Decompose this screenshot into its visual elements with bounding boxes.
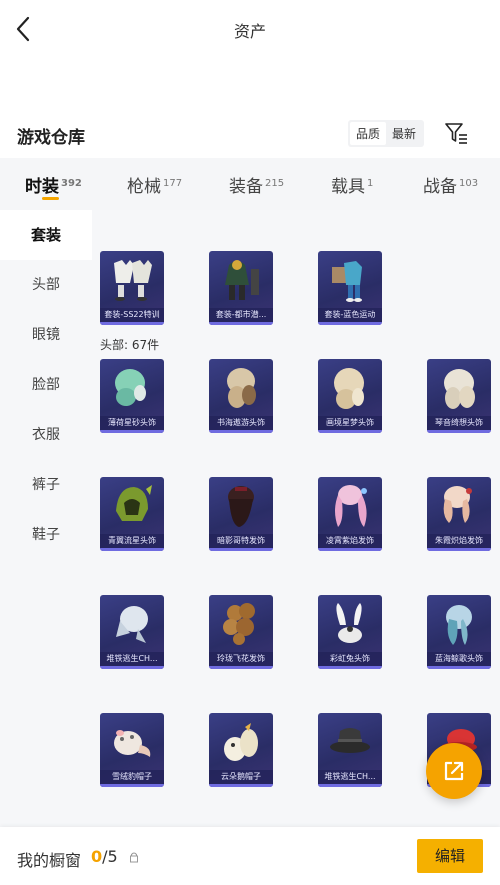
share-button[interactable] — [426, 743, 482, 799]
tab-label: 载具 — [331, 177, 365, 197]
beige-hair-icon — [227, 368, 256, 408]
sidebar-item-clothes[interactable]: 衣服 — [0, 410, 92, 460]
snow-leopard-hat-icon — [114, 730, 151, 757]
sidebar-item-head[interactable]: 头部 — [0, 260, 92, 310]
white-outfit-icon — [114, 260, 152, 301]
item-name: 朱霞炽焰发饰 — [427, 534, 491, 548]
light-hair-icon — [444, 369, 475, 409]
item-name: 书海遨游头饰 — [209, 416, 273, 430]
tab-count: 1 — [367, 178, 374, 189]
pink-twintail-icon — [335, 485, 367, 527]
section-title: 游戏仓库 — [17, 128, 85, 148]
tab-count: 215 — [265, 178, 285, 189]
sidebar-item-glasses[interactable]: 眼镜 — [0, 310, 92, 360]
hoodie-outfit-icon — [225, 260, 259, 300]
brown-curly-hair-icon — [223, 603, 255, 645]
item-card[interactable]: 彩虹兔头饰 — [318, 595, 382, 669]
head-count-label: 头部: 67件 — [100, 338, 160, 352]
item-card[interactable]: 朱霞炽焰发饰 — [427, 477, 491, 551]
teal-hair-icon — [446, 605, 472, 645]
tab-gear[interactable]: 战备 103 — [423, 172, 478, 197]
tab-label: 战备 — [423, 177, 457, 197]
item-name: 凌霄紫焰发饰 — [318, 534, 382, 548]
external-link-icon — [444, 761, 464, 781]
item-card[interactable]: 薄荷星砂头饰 — [100, 359, 164, 433]
item-name: 雪绒豹帽子 — [100, 770, 164, 784]
item-name: 蓝海鲸歌头饰 — [427, 652, 491, 666]
item-name: 暗影哥特发饰 — [209, 534, 273, 548]
item-card[interactable]: 蓝海鲸歌头饰 — [427, 595, 491, 669]
lock-icon — [130, 852, 138, 863]
item-name: 青翼流星头饰 — [100, 534, 164, 548]
tab-fashion[interactable]: 时装 392 — [25, 172, 82, 197]
item-card[interactable]: 暗影哥特发饰 — [209, 477, 273, 551]
silver-hair-icon — [116, 606, 148, 643]
active-tab-indicator — [42, 197, 59, 200]
sidebar-item-pants[interactable]: 裤子 — [0, 460, 92, 510]
tab-guns[interactable]: 枪械 177 — [127, 172, 182, 197]
item-card[interactable]: 套装-蓝色运动 — [318, 251, 382, 325]
dark-hair-icon — [228, 486, 254, 527]
showcase-label: 我的橱窗 — [17, 851, 82, 870]
item-name: 堆铁逃生CH... — [318, 770, 382, 784]
item-name: 云朵鹅帽子 — [209, 770, 273, 784]
item-name: 画境星梦头饰 — [318, 416, 382, 430]
blue-sport-outfit-icon — [332, 261, 362, 302]
tab-count: 103 — [459, 178, 479, 189]
bunny-ears-icon — [336, 603, 362, 643]
item-card[interactable]: 套装-SS22特训 — [100, 251, 164, 325]
item-card[interactable]: 云朵鹅帽子 — [209, 713, 273, 787]
item-card[interactable]: 画境星梦头饰 — [318, 359, 382, 433]
tab-vehicles[interactable]: 载具 1 — [331, 172, 373, 197]
item-card[interactable]: 书海遨游头饰 — [209, 359, 273, 433]
item-card[interactable]: 玲珑飞花发饰 — [209, 595, 273, 669]
tab-equipment[interactable]: 装备 215 — [229, 172, 284, 197]
filter-icon[interactable] — [443, 120, 469, 146]
goose-hat-icon — [224, 723, 258, 761]
sidebar-item-face[interactable]: 脸部 — [0, 360, 92, 410]
sidebar-item-shoes[interactable]: 鞋子 — [0, 510, 92, 560]
sort-option-quality[interactable]: 品质 — [350, 122, 387, 145]
edit-button[interactable]: 编辑 — [417, 839, 483, 873]
sidebar-item-outfit[interactable]: 套装 — [0, 210, 92, 260]
item-card[interactable]: 堆铁逃生CH... — [318, 713, 382, 787]
section-header: 游戏仓库 — [0, 112, 500, 156]
sort-toggle: 品质 最新 — [348, 120, 425, 147]
item-card[interactable]: 雪绒豹帽子 — [100, 713, 164, 787]
category-tabs: 时装 392 枪械 177 装备 215 载具 1 战备 103 — [0, 158, 500, 210]
page-title: 资产 — [233, 22, 266, 41]
sidebar: 套装 头部 眼镜 脸部 衣服 裤子 鞋子 — [0, 210, 92, 827]
tab-count: 392 — [61, 178, 82, 189]
item-name: 彩虹兔头饰 — [318, 652, 382, 666]
item-name: 套装-蓝色运动 — [318, 308, 382, 322]
tab-label: 枪械 — [127, 177, 161, 197]
item-name: 玲珑飞花发饰 — [209, 652, 273, 666]
green-hood-icon — [116, 485, 152, 521]
mint-hair-icon — [115, 369, 146, 406]
item-card[interactable]: 凌霄紫焰发饰 — [318, 477, 382, 551]
item-card[interactable]: 琴音绮想头饰 — [427, 359, 491, 433]
showcase-current: 0 — [91, 847, 103, 866]
tab-label: 装备 — [229, 177, 263, 197]
bottom-bar: 我的橱窗 0/5 编辑 — [0, 827, 500, 885]
tab-label: 时装 — [25, 177, 59, 197]
tab-count: 177 — [163, 178, 183, 189]
item-name: 琴音绮想头饰 — [427, 416, 491, 430]
item-card[interactable]: 青翼流星头饰 — [100, 477, 164, 551]
cream-hair-icon — [334, 368, 364, 409]
item-card[interactable]: 套装-都市潜... — [209, 251, 273, 325]
sort-option-latest[interactable]: 最新 — [386, 122, 422, 145]
item-name: 套装-SS22特训 — [100, 308, 164, 322]
bucket-hat-icon — [330, 728, 370, 753]
top-bar: 资产 — [0, 0, 500, 58]
item-card[interactable]: 堆铁逃生CH... — [100, 595, 164, 669]
item-name: 堆铁逃生CH... — [100, 652, 164, 666]
showcase-count: 0/5 — [91, 847, 118, 866]
item-name: 薄荷星砂头饰 — [100, 416, 164, 430]
item-name: 套装-都市潜... — [209, 308, 273, 322]
peach-hair-icon — [443, 486, 472, 523]
showcase-total: /5 — [102, 847, 118, 866]
